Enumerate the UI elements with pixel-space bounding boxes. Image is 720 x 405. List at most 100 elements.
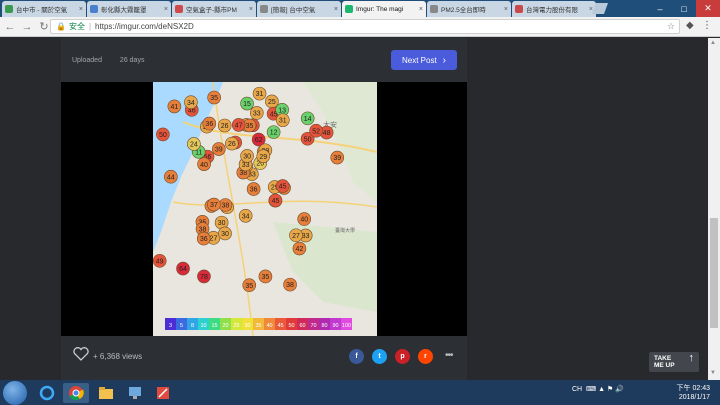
take-me-up-button[interactable]: TAKE ME UP ↑	[649, 352, 699, 372]
browser-tab[interactable]: 彰化縣大霧籠罩 ×	[87, 1, 171, 17]
legend-label: 70	[310, 323, 316, 329]
tab-favicon-icon	[90, 5, 98, 13]
maximize-icon[interactable]: □	[672, 0, 696, 17]
aqi-value: 30	[218, 220, 226, 227]
aqi-station-marker: 27	[289, 228, 303, 243]
system-clock[interactable]: 下午 02:43 2018/1/17	[670, 384, 710, 402]
aqi-station-marker: 40	[197, 157, 211, 171]
aqi-value: 62	[255, 137, 263, 144]
close-window-icon[interactable]: ✕	[696, 0, 720, 17]
legend-label: 80	[321, 323, 327, 329]
browser-tab[interactable]: Imgur: The magi ×	[342, 1, 426, 17]
windows-taskbar: CH ⌨ ▲ ⚑ 🔊 下午 02:43 2018/1/17	[0, 380, 720, 405]
map-svg: 大安 臺灣大學 33283335303225504520353356143812…	[153, 82, 377, 336]
internet-explorer-icon[interactable]	[34, 383, 60, 403]
minimize-icon[interactable]: –	[648, 0, 672, 17]
aqi-station-marker: 78	[197, 269, 211, 284]
air-quality-map-image[interactable]: 大安 臺灣大學 33283335303225504520353356143812…	[153, 82, 377, 336]
new-tab-button[interactable]	[591, 3, 609, 14]
next-post-label: Next Post	[401, 55, 437, 65]
browser-tab[interactable]: 台灣電力股份有限 ×	[512, 1, 596, 17]
file-explorer-icon[interactable]	[93, 383, 119, 403]
more-options-icon[interactable]: •••	[445, 350, 453, 361]
aqi-station-marker: 36	[246, 182, 261, 196]
tab-close-icon[interactable]: ×	[249, 6, 253, 13]
reddit-icon[interactable]: r	[418, 349, 433, 364]
aqi-value: 37	[210, 202, 218, 209]
tab-label: 台灣電力股份有限	[526, 7, 578, 14]
reload-icon[interactable]: ↻	[37, 20, 51, 34]
tab-close-icon[interactable]: ×	[504, 6, 508, 13]
aqi-value: 52	[312, 128, 320, 135]
map-place-label: 臺灣大學	[335, 227, 355, 234]
aqi-station-marker: 30	[240, 149, 254, 163]
secure-label: 安全	[68, 22, 85, 31]
aqi-value: 39	[215, 147, 223, 154]
aqi-value: 50	[304, 136, 312, 143]
aqi-station-marker: 35	[242, 278, 257, 292]
aqi-value: 45	[272, 198, 280, 205]
aqi-value: 40	[300, 217, 308, 224]
pinterest-icon[interactable]: p	[395, 349, 410, 364]
aqi-value: 33	[242, 162, 250, 169]
aqi-value: 11	[195, 149, 202, 156]
aqi-value: 33	[253, 111, 261, 118]
legend-label: 10	[200, 323, 206, 329]
legend-label: 40	[266, 323, 272, 329]
tab-label: Imgur: The magi	[356, 5, 404, 13]
aqi-value: 29	[259, 154, 267, 161]
aqi-value: 31	[279, 118, 287, 125]
legend-label: 15	[211, 323, 217, 329]
aqi-station-marker: 31	[276, 113, 290, 127]
tab-close-icon[interactable]: ×	[164, 6, 168, 13]
browser-tab[interactable]: 台中市 - 關於空氣 ×	[2, 1, 86, 17]
aqi-value: 13	[278, 107, 286, 114]
browser-tab-strip: 台中市 - 關於空氣 × 彰化縣大霧籠罩 × 空氣盒子-縣市PM × [簡報] 台中空氣 × I…	[0, 0, 720, 17]
aqi-value: 47	[235, 123, 243, 130]
tab-close-icon[interactable]: ×	[419, 6, 423, 13]
aqi-station-marker: 45	[268, 193, 283, 208]
browser-tab[interactable]: PM2.5全台即時 ×	[427, 1, 511, 17]
omnibox[interactable]: 🔒 安全 | https://imgur.com/deNSX2D ☆	[50, 19, 680, 34]
aqi-station-marker: 38	[218, 198, 233, 212]
uploaded-ago: 26 days	[119, 57, 145, 64]
tab-close-icon[interactable]: ×	[79, 6, 83, 13]
scroll-down-icon[interactable]: ▼	[710, 370, 716, 376]
forward-arrow-icon[interactable]: →	[20, 20, 34, 34]
next-post-button[interactable]: Next Post ›	[391, 50, 457, 70]
heart-icon[interactable]	[73, 347, 89, 366]
aqi-value: 50	[159, 132, 167, 139]
aqi-station-marker: 36	[196, 231, 211, 246]
tab-favicon-icon	[515, 5, 523, 13]
aqi-value: 12	[270, 130, 278, 137]
chrome-icon[interactable]	[63, 383, 89, 403]
facebook-icon[interactable]: f	[349, 349, 364, 364]
network-app-icon[interactable]	[122, 383, 148, 403]
twitter-icon[interactable]: t	[372, 349, 387, 364]
tray-icons[interactable]: CH ⌨ ▲ ⚑ 🔊	[572, 385, 624, 393]
extension-icon[interactable]: ◆	[686, 20, 694, 31]
legend-label: 3	[169, 323, 172, 329]
aqi-value: 26	[228, 141, 236, 148]
post-container: Uploaded 26 days Next Post › 大安 臺灣大學 33	[61, 38, 467, 380]
browser-tab[interactable]: 空氣盒子-縣市PM ×	[172, 1, 256, 17]
scroll-up-icon[interactable]: ▲	[710, 40, 716, 46]
tab-close-icon[interactable]: ×	[334, 6, 338, 13]
clock-time: 下午 02:43	[676, 385, 710, 392]
legend-label: 35	[255, 323, 261, 329]
tab-label: PM2.5全台即時	[441, 7, 486, 14]
start-button[interactable]	[3, 381, 27, 405]
back-arrow-icon[interactable]: ←	[3, 20, 17, 34]
bookmark-star-icon[interactable]: ☆	[667, 21, 675, 32]
paint-app-icon[interactable]	[150, 383, 176, 403]
browser-tab[interactable]: [簡報] 台中空氣 ×	[257, 1, 341, 17]
legend-label: 5	[180, 323, 183, 329]
aqi-station-marker: 24	[187, 137, 201, 151]
aqi-value: 34	[242, 213, 250, 220]
aqi-station-marker: 41	[167, 99, 182, 114]
menu-icon[interactable]: ⋮	[702, 20, 712, 31]
address-toolbar: ← → ↻ 🔒 安全 | https://imgur.com/deNSX2D ☆…	[0, 17, 720, 37]
aqi-value: 44	[167, 174, 175, 181]
page-scrollbar[interactable]: ▲ ▼	[708, 38, 720, 380]
scrollbar-thumb[interactable]	[710, 218, 718, 328]
